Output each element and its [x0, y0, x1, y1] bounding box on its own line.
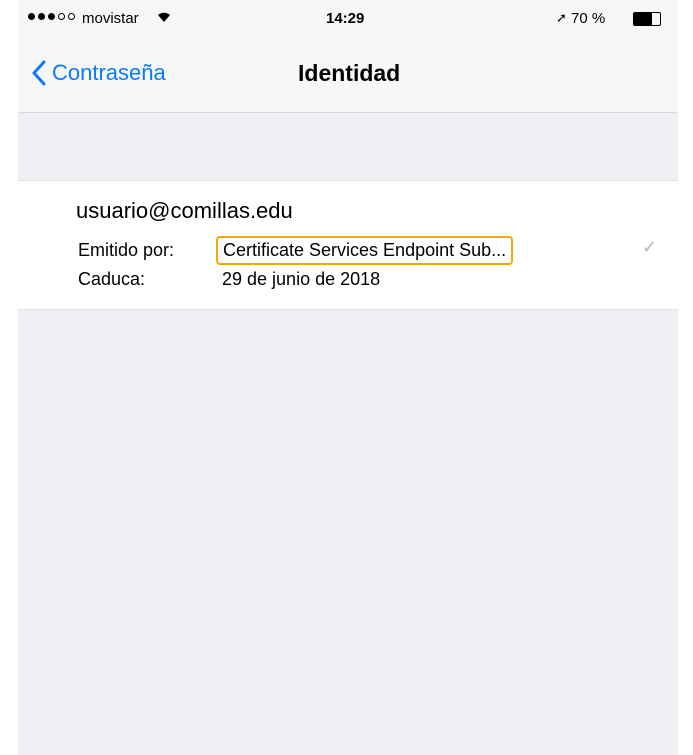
- issuer-value: Certificate Services Endpoint Sub...: [216, 236, 514, 265]
- status-bar: movistar 14:29 ➚ 70 %: [18, 0, 678, 40]
- battery-percent: 70 %: [571, 10, 606, 27]
- issuer-row: Emitido por: Certificate Services Endpoin…: [78, 236, 514, 265]
- navigation-bar: Contraseña Identidad: [18, 40, 678, 113]
- chevron-left-icon: [32, 60, 46, 86]
- wifi-icon: [156, 10, 172, 26]
- signal-dots-icon: [28, 13, 75, 20]
- page-title: Identidad: [298, 60, 401, 86]
- location-icon: ➚: [556, 10, 567, 25]
- phone-screen: movistar 14:29 ➚ 70 % Contraseña Identid…: [18, 0, 678, 755]
- expiry-value: 29 de junio de 2018: [222, 269, 381, 289]
- carrier-name: movistar: [82, 10, 139, 27]
- back-label: Contraseña: [52, 60, 166, 85]
- identity-email: usuario@comillas.edu: [76, 198, 293, 223]
- back-button[interactable]: Contraseña: [32, 60, 166, 86]
- identity-cell[interactable]: usuario@comillas.edu Emitido por: Certifi…: [18, 180, 678, 310]
- expiry-label: Caduca:: [78, 269, 146, 289]
- checkmark-icon: ✓: [642, 237, 658, 257]
- battery-icon: [633, 12, 661, 26]
- clock: 14:29: [326, 10, 365, 27]
- issuer-label: Emitido por:: [78, 240, 175, 260]
- expiry-row: Caduca: 29 de junio de 2018: [78, 269, 380, 290]
